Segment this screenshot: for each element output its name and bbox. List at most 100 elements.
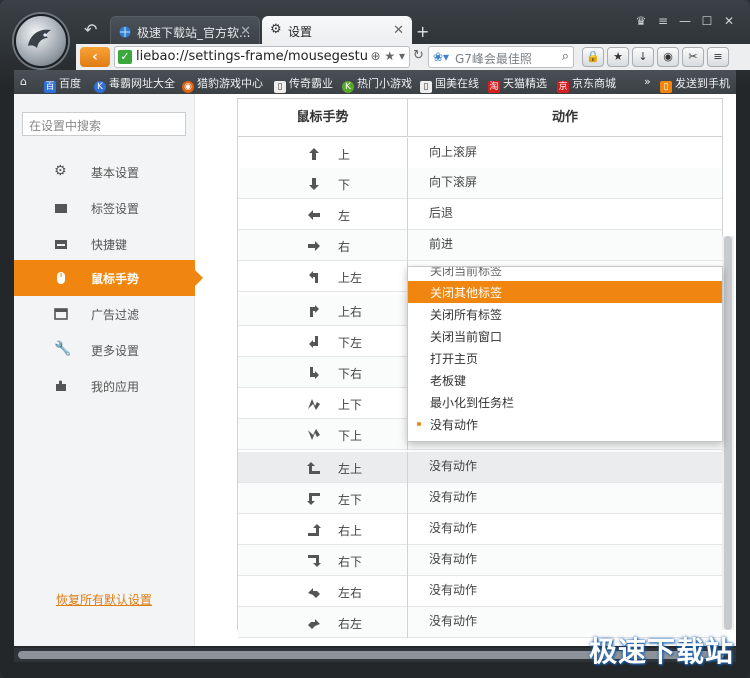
action-select[interactable]: 没有动作: [429, 581, 477, 598]
send-to-phone[interactable]: ▯ 发送到手机: [660, 75, 730, 93]
star-icon[interactable]: ★: [607, 47, 629, 67]
keyboard-icon: [55, 240, 67, 249]
action-select[interactable]: 后退: [429, 204, 453, 221]
sidebar-item-tabs[interactable]: 标签设置: [14, 190, 195, 226]
bookmark-chuanqi[interactable]: ▯ 传奇霸业: [274, 75, 333, 93]
dropdown-option[interactable]: 打开主页: [408, 347, 722, 369]
selected-dot-icon: [417, 422, 421, 426]
table-row[interactable]: 右 前进: [238, 230, 722, 261]
minimize-icon[interactable]: —: [674, 12, 696, 30]
table-row[interactable]: 上 向上滚屏: [238, 138, 722, 169]
bookmark-tmall[interactable]: 淘天猫精选: [488, 75, 547, 93]
more-bookmarks-icon[interactable]: »: [644, 75, 651, 88]
dropdown-option-highlighted[interactable]: 关闭其他标签: [408, 281, 722, 303]
download-icon[interactable]: ↓: [632, 47, 654, 67]
gesture-label: 下左: [338, 336, 363, 350]
sidebar-item-mouse-gestures[interactable]: 鼠标手势: [14, 260, 203, 296]
table-row[interactable]: 左 后退: [238, 199, 722, 230]
table-header: 鼠标手势 动作: [238, 99, 722, 137]
gesture-arrow-icon: [310, 305, 319, 317]
search-box[interactable]: ❀▾ G7峰会最佳照 ⌕: [428, 46, 574, 68]
gesture-cell: 上: [238, 138, 408, 169]
close-window-icon[interactable]: ✕: [718, 12, 740, 30]
gesture-label: 下: [338, 178, 351, 192]
action-select[interactable]: 没有动作: [429, 519, 477, 536]
action-select[interactable]: 没有动作: [429, 457, 477, 474]
action-select[interactable]: 没有动作: [429, 488, 477, 505]
sidebar-item-basic[interactable]: ⚙ 基本设置: [14, 154, 195, 190]
bookmark-jd[interactable]: 京京东商城: [557, 75, 616, 93]
settings-search-input[interactable]: 在设置中搜索: [22, 112, 186, 136]
tab-strip: ↶ 极速下载站_官方软... ✕ ⚙ 设置 ✕ +: [76, 14, 636, 46]
table-row[interactable]: 左下 没有动作: [238, 483, 722, 514]
game-icon[interactable]: ◉: [657, 47, 679, 67]
sidebar-item-ad-filter[interactable]: 广告过滤: [14, 296, 195, 332]
close-icon[interactable]: ✕: [240, 24, 251, 39]
dropdown-scrollbar[interactable]: [722, 236, 734, 630]
search-icon[interactable]: ⌕: [562, 49, 569, 64]
table-row[interactable]: 下 向下滚屏: [238, 168, 722, 199]
sidebar-item-apps[interactable]: 我的应用: [14, 368, 195, 404]
main-menu-icon[interactable]: ≡: [707, 47, 729, 67]
action-select[interactable]: 前进: [429, 235, 453, 252]
gesture-cell: 下上: [238, 419, 408, 450]
scrollbar-thumb[interactable]: [724, 236, 732, 630]
menu-icon[interactable]: ≡: [652, 12, 674, 30]
sidebar-item-more[interactable]: 🔧 更多设置: [14, 332, 195, 368]
sidebar-item-shortcuts[interactable]: 快捷键: [14, 226, 195, 262]
paw-search-icon[interactable]: ❀▾: [433, 50, 449, 64]
liebao-logo[interactable]: [14, 14, 68, 68]
sidebar-item-label: 广告过滤: [91, 308, 140, 322]
dropdown-option[interactable]: 关闭当前标签: [408, 267, 722, 281]
back-button[interactable]: ‹: [80, 47, 110, 67]
back-history-icon[interactable]: ↶: [84, 22, 104, 38]
dropdown-option[interactable]: 关闭所有标签: [408, 303, 722, 325]
search-input[interactable]: G7峰会最佳照: [455, 50, 532, 67]
tab-jisu[interactable]: 极速下载站_官方软... ✕: [110, 16, 260, 46]
dropdown-option[interactable]: 老板键: [408, 369, 722, 391]
table-row[interactable]: 右上 没有动作: [238, 514, 722, 545]
gesture-arrow-icon: [309, 336, 318, 348]
cut-icon[interactable]: ✂: [682, 47, 704, 67]
globe-icon: [119, 26, 131, 38]
dropdown-option-selected[interactable]: 没有动作: [408, 413, 722, 435]
option-label: 没有动作: [430, 418, 479, 432]
refresh-icon[interactable]: ↻: [413, 48, 424, 63]
maximize-icon[interactable]: ☐: [696, 12, 718, 30]
gesture-arrow-icon: [308, 619, 320, 629]
dropdown-option[interactable]: 最小化到任务栏: [408, 391, 722, 413]
close-icon[interactable]: ✕: [393, 23, 404, 38]
bookmark-baidu[interactable]: 百百度: [44, 75, 81, 93]
gesture-cell: 下: [238, 168, 408, 199]
gesture-label: 右上: [338, 524, 363, 538]
table-row[interactable]: 右下 没有动作: [238, 545, 722, 576]
address-url[interactable]: liebao://settings-frame/mousegestu: [136, 49, 372, 64]
address-bar[interactable]: ✓ liebao://settings-frame/mousegestu ⊕ ★…: [114, 46, 410, 68]
home-icon[interactable]: ⌂: [20, 75, 27, 88]
address-icons[interactable]: ⊕ ★ ▾: [371, 49, 405, 63]
action-select[interactable]: 没有动作: [429, 612, 477, 629]
gesture-arrow-icon: [307, 493, 320, 505]
action-select[interactable]: 向上滚屏: [429, 143, 477, 160]
mouse-icon: [57, 272, 65, 284]
bookmark-liebao-games[interactable]: ◉ 猎豹游戏中心: [182, 75, 263, 93]
restore-defaults-link[interactable]: 恢复所有默认设置: [56, 591, 152, 608]
tab-settings[interactable]: ⚙ 设置 ✕: [262, 16, 412, 46]
skin-icon[interactable]: ♛: [630, 12, 652, 30]
gesture-label: 上左: [338, 271, 363, 285]
sidebar-item-label: 基本设置: [91, 166, 140, 180]
table-row[interactable]: 左右 没有动作: [238, 576, 722, 607]
table-row[interactable]: 左上 没有动作: [238, 452, 722, 483]
bookmark-duba[interactable]: K 毒霸网址大全: [94, 75, 175, 93]
gesture-label: 左右: [338, 586, 363, 600]
action-select[interactable]: 没有动作: [429, 550, 477, 567]
bookmark-gome[interactable]: ▯ 国美在线: [420, 75, 479, 93]
gesture-label: 下右: [338, 367, 363, 381]
action-select[interactable]: 向下滚屏: [429, 173, 477, 190]
dropdown-option[interactable]: 关闭当前窗口: [408, 325, 722, 347]
gesture-cell: 左: [238, 199, 408, 230]
new-tab-icon[interactable]: +: [416, 22, 429, 41]
bookmark-mini-games[interactable]: K 热门小游戏: [342, 75, 412, 93]
address-toolbar: ‹ ✓ liebao://settings-frame/mousegestu ⊕…: [76, 44, 750, 70]
lock-icon[interactable]: 🔒: [582, 47, 604, 67]
